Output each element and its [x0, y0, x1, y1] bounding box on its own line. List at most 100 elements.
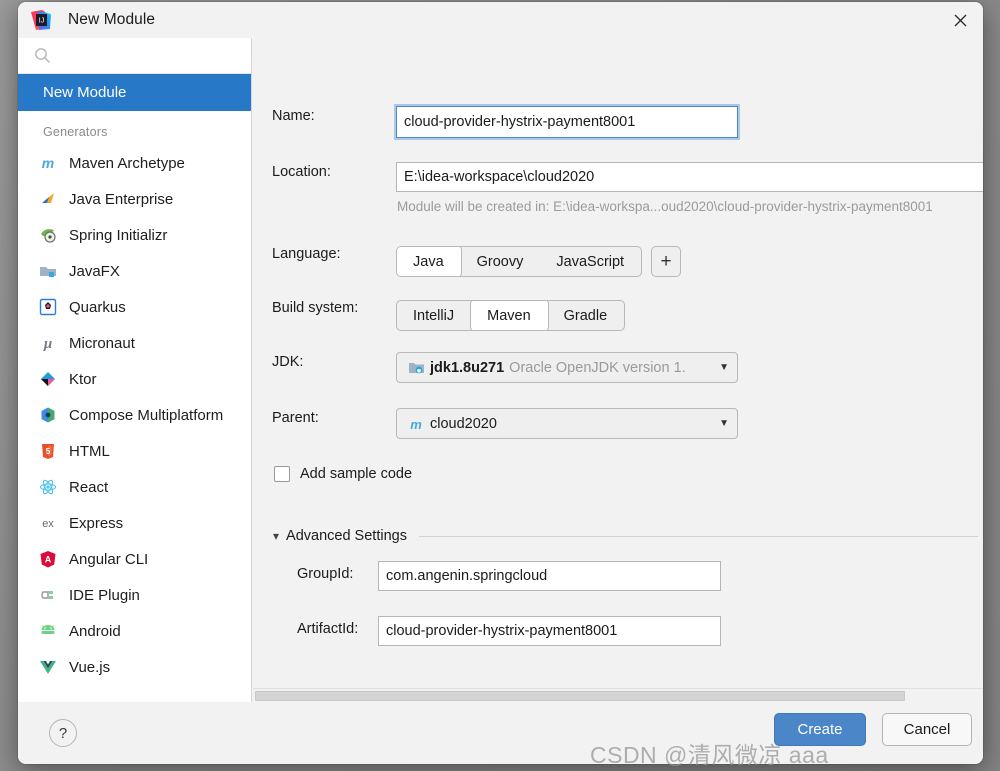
generator-label: Java Enterprise [69, 190, 174, 208]
svg-text:m: m [410, 417, 422, 432]
svg-text:μ: μ [43, 336, 52, 352]
build-system-label: Build system: [272, 300, 359, 316]
generator-item-micronaut[interactable]: μ Micronaut [18, 325, 251, 361]
maven-icon: m [407, 415, 425, 433]
add-sample-code-label: Add sample code [300, 466, 413, 482]
chevron-down-icon: ▼ [719, 418, 729, 429]
create-button[interactable]: Create [774, 713, 866, 746]
generator-label: Spring Initializr [69, 226, 168, 244]
generator-item-compose-multiplatform[interactable]: Compose Multiplatform [18, 397, 251, 433]
section-divider [418, 535, 978, 537]
generator-label: Quarkus [69, 298, 126, 316]
parent-row: Parent: [272, 410, 397, 426]
generator-label: Micronaut [69, 334, 135, 352]
chevron-down-icon: ▼ [719, 362, 729, 373]
search-icon [34, 47, 51, 64]
android-icon [38, 621, 58, 641]
artifact-id-input[interactable] [378, 616, 721, 646]
svg-text:5: 5 [46, 447, 51, 456]
add-language-button[interactable]: + [651, 246, 682, 277]
generator-item-vuejs[interactable]: Vue.js [18, 649, 251, 685]
desktop-background: IJ New Module New Module Generators m Ma… [0, 0, 1000, 771]
build-system-segmented-control: IntelliJ Maven Gradle [396, 300, 626, 331]
language-row: Language: [272, 246, 397, 262]
generator-label: HTML [69, 442, 110, 460]
language-option-javascript[interactable]: JavaScript [540, 247, 641, 276]
plugin-icon [38, 585, 58, 605]
group-id-input[interactable] [378, 561, 721, 591]
generator-item-ide-plugin[interactable]: IDE Plugin [18, 577, 251, 613]
location-label: Location: [272, 164, 331, 180]
language-segmented-control: Java Groovy JavaScript [396, 246, 643, 277]
dialog-title: New Module [68, 11, 156, 28]
generator-item-ktor[interactable]: Ktor [18, 361, 251, 397]
generator-item-java-enterprise[interactable]: Java Enterprise [18, 181, 251, 217]
generator-item-quarkus[interactable]: Quarkus [18, 289, 251, 325]
search-input[interactable] [60, 48, 241, 63]
help-button[interactable]: ? [49, 719, 77, 747]
generator-item-javafx[interactable]: JavaFX [18, 253, 251, 289]
parent-combobox[interactable]: m cloud2020 ▼ [396, 408, 738, 439]
generator-item-express[interactable]: ex Express [18, 505, 251, 541]
location-hint: Module will be created in: E:\idea-works… [397, 199, 933, 214]
group-id-label: GroupId: [297, 566, 354, 582]
jdk-row: JDK: [272, 354, 397, 370]
module-form: Name: Location: Module will be created i… [252, 38, 983, 702]
generator-item-maven-archetype[interactable]: m Maven Archetype [18, 145, 251, 181]
generators-list: m Maven Archetype Java Enterprise Spring… [18, 145, 251, 702]
language-option-groovy[interactable]: Groovy [461, 247, 541, 276]
parent-label: Parent: [272, 410, 319, 426]
generator-item-html[interactable]: 5 HTML [18, 433, 251, 469]
build-system-control: IntelliJ Maven Gradle [396, 300, 626, 331]
generator-item-android[interactable]: Android [18, 613, 251, 649]
ktor-icon [38, 369, 58, 389]
jdk-detail: Oracle OpenJDK version 1. [509, 359, 686, 376]
location-row: Location: [272, 164, 397, 180]
jdk-label: JDK: [272, 354, 304, 370]
close-icon[interactable] [937, 2, 983, 38]
name-row: Name: [272, 108, 397, 124]
jdk-folder-icon [407, 359, 425, 377]
search-row[interactable] [18, 38, 251, 74]
sidebar-item-new-module[interactable]: New Module [18, 74, 251, 111]
new-module-dialog: IJ New Module New Module Generators m Ma… [18, 2, 983, 764]
name-input[interactable] [396, 106, 738, 138]
generator-item-spring-initializr[interactable]: Spring Initializr [18, 217, 251, 253]
generators-sidebar: New Module Generators m Maven Archetype [18, 38, 252, 702]
express-icon: ex [38, 513, 58, 533]
add-sample-code-checkbox-row[interactable]: Add sample code [274, 466, 412, 482]
module-settings-panel: Name: Location: Module will be created i… [252, 38, 983, 702]
build-option-intellij[interactable]: IntelliJ [397, 301, 471, 330]
spring-icon [38, 225, 58, 245]
generators-group-label: Generators [43, 125, 108, 139]
build-option-gradle[interactable]: Gradle [548, 301, 625, 330]
javafx-icon [38, 261, 58, 281]
generator-label: Vue.js [69, 658, 111, 676]
jdk-value: jdk1.8u271 [430, 359, 505, 376]
generator-label: React [69, 478, 109, 496]
parent-value: cloud2020 [430, 415, 497, 432]
cancel-button[interactable]: Cancel [882, 713, 972, 746]
jdk-combobox[interactable]: jdk1.8u271 Oracle OpenJDK version 1. ▼ [396, 352, 738, 383]
maven-icon: m [38, 153, 58, 173]
generator-label: Ktor [69, 370, 97, 388]
generator-item-react[interactable]: React [18, 469, 251, 505]
artifact-id-label: ArtifactId: [297, 621, 359, 637]
generator-label: Android [69, 622, 121, 640]
build-option-maven[interactable]: Maven [471, 301, 548, 330]
language-option-java[interactable]: Java [397, 247, 461, 276]
sidebar-item-label: New Module [43, 84, 127, 101]
micronaut-icon: μ [38, 333, 58, 353]
language-control: Java Groovy JavaScript + [396, 246, 682, 277]
generator-label: Maven Archetype [69, 154, 185, 172]
add-sample-code-checkbox[interactable] [274, 466, 290, 482]
advanced-settings-title: Advanced Settings [286, 528, 407, 544]
generator-item-angular-cli[interactable]: A Angular CLI [18, 541, 251, 577]
language-label: Language: [272, 246, 341, 262]
quarkus-icon [38, 297, 58, 317]
advanced-settings-header[interactable]: ▾ Advanced Settings [273, 528, 978, 544]
angular-icon: A [38, 549, 58, 569]
horizontal-scrollbar[interactable] [253, 688, 983, 702]
location-input[interactable] [396, 162, 983, 192]
horizontal-scrollbar-thumb[interactable] [255, 691, 905, 701]
